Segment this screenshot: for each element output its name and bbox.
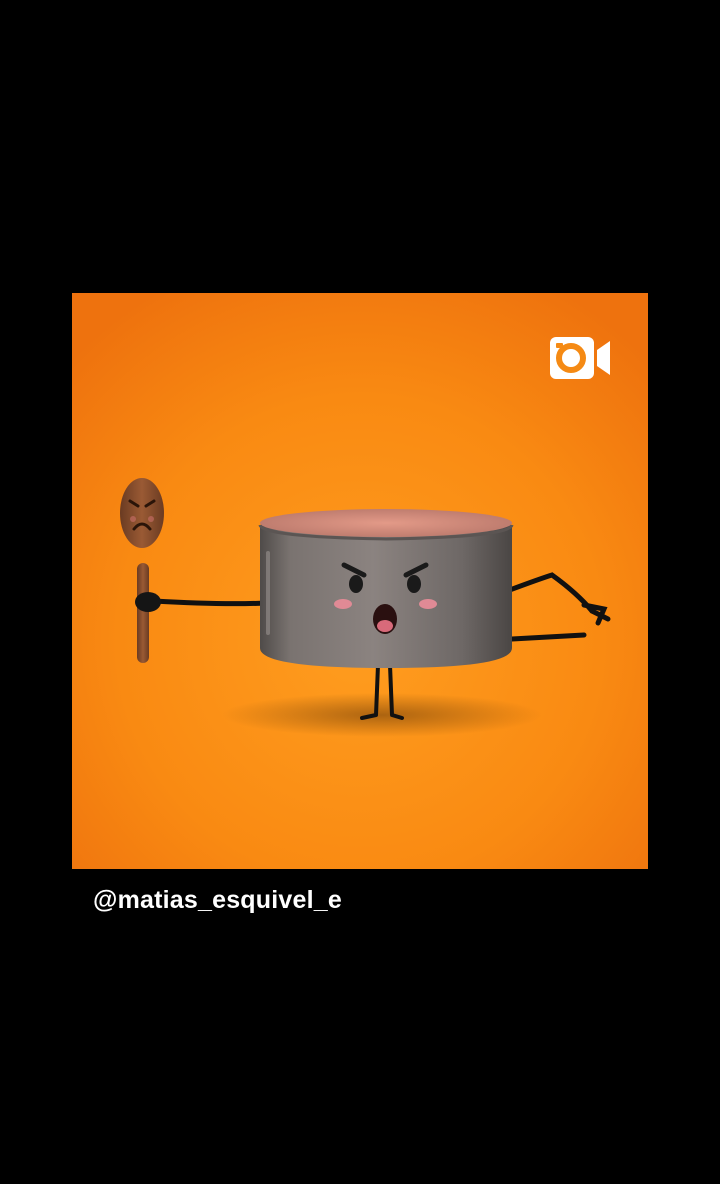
floor-shadow	[222, 693, 542, 737]
pot-character	[258, 509, 514, 668]
app-screen: @matias_esquivel_e	[0, 0, 720, 1184]
video-camera-icon	[549, 335, 613, 381]
post-media[interactable]	[72, 293, 648, 869]
post-username[interactable]: @matias_esquivel_e	[93, 886, 342, 915]
pot-left-arm	[151, 598, 270, 607]
